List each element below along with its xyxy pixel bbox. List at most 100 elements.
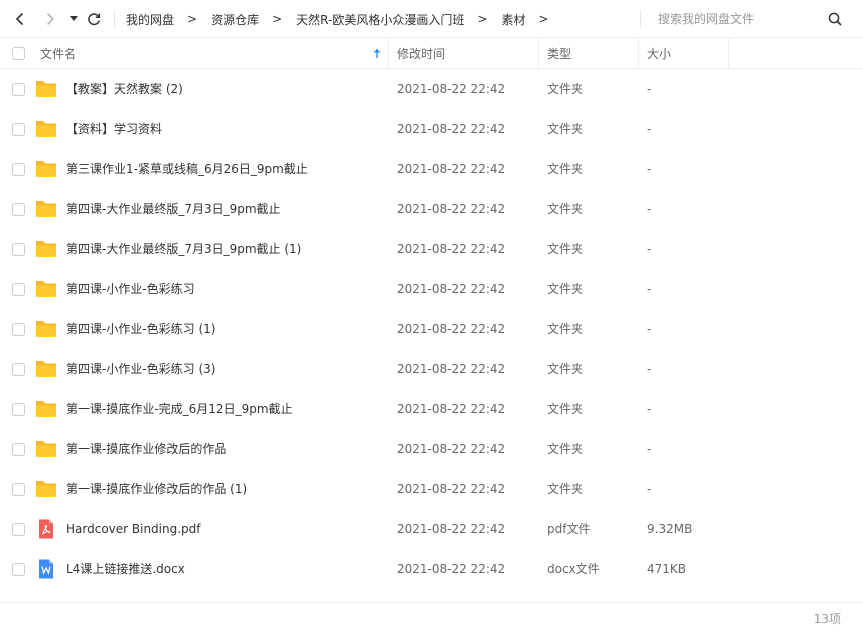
file-size: -: [647, 442, 652, 456]
file-modified-time: 2021-08-22 22:42: [397, 282, 506, 296]
folder-icon: [35, 399, 57, 419]
row-checkbox[interactable]: [12, 483, 25, 496]
chevron-left-icon: [15, 12, 24, 26]
file-row[interactable]: 第四课-小作业-色彩练习 2021-08-22 22:42 文件夹 -: [0, 269, 863, 309]
toolbar-divider: [114, 10, 115, 28]
file-size: 471KB: [647, 562, 687, 576]
row-checkbox[interactable]: [12, 523, 25, 536]
breadcrumb: 我的网盘 > 资源仓库 > 天然R-欧美风格小众漫画入门班 > 素材 >: [126, 0, 562, 38]
file-row[interactable]: L4课上链接推送.docx 2021-08-22 22:42 docx文件 471KB: [0, 549, 863, 589]
file-row[interactable]: 第四课-小作业-色彩练习 (1) 2021-08-22 22:42 文件夹 -: [0, 309, 863, 349]
column-header-modified[interactable]: 修改时间: [397, 38, 445, 68]
breadcrumb-item-resources[interactable]: 资源仓库: [211, 11, 259, 28]
file-modified-time: 2021-08-22 22:42: [397, 562, 506, 576]
column-divider[interactable]: [388, 38, 389, 68]
file-type: 文件夹: [547, 402, 584, 416]
file-name[interactable]: 第四课-小作业-色彩练习 (3): [66, 349, 215, 389]
file-name[interactable]: 第三课作业1-紧草或线稿_6月26日_9pm截止: [66, 149, 308, 189]
row-checkbox[interactable]: [12, 443, 25, 456]
file-name[interactable]: 第四课-大作业最终版_7月3日_9pm截止 (1): [66, 229, 301, 269]
file-row[interactable]: 第四课-大作业最终版_7月3日_9pm截止 2021-08-22 22:42 文件夹…: [0, 189, 863, 229]
row-checkbox[interactable]: [12, 563, 25, 576]
file-name[interactable]: Hardcover Binding.pdf: [66, 509, 201, 549]
search-icon: [828, 12, 842, 26]
file-type: 文件夹: [547, 202, 584, 216]
file-modified-time: 2021-08-22 22:42: [397, 522, 506, 536]
file-row[interactable]: 第四课-小作业-色彩练习 (3) 2021-08-22 22:42 文件夹 -: [0, 349, 863, 389]
file-row[interactable]: 第一课-摸底作业-完成_6月12日_9pm截止 2021-08-22 22:42 文…: [0, 389, 863, 429]
pdf-file-icon: [35, 519, 57, 539]
column-divider[interactable]: [638, 38, 639, 68]
file-modified-time: 2021-08-22 22:42: [397, 402, 506, 416]
file-size: -: [647, 202, 652, 216]
row-checkbox[interactable]: [12, 163, 25, 176]
forward-button[interactable]: [40, 9, 60, 29]
file-name[interactable]: 第四课-大作业最终版_7月3日_9pm截止: [66, 189, 281, 229]
folder-icon: [35, 159, 57, 179]
caret-down-icon: [70, 16, 78, 21]
file-type: 文件夹: [547, 282, 584, 296]
column-divider[interactable]: [538, 38, 539, 68]
file-type: 文件夹: [547, 162, 584, 176]
file-type: pdf文件: [547, 522, 591, 536]
file-row[interactable]: 第四课-大作业最终版_7月3日_9pm截止 (1) 2021-08-22 22:4…: [0, 229, 863, 269]
column-header-name[interactable]: 文件名: [40, 38, 76, 68]
refresh-button[interactable]: [84, 9, 104, 29]
breadcrumb-separator: >: [187, 12, 198, 26]
row-checkbox[interactable]: [12, 83, 25, 96]
chevron-right-icon: [46, 12, 55, 26]
sort-arrow-up-icon[interactable]: [371, 47, 383, 59]
file-row[interactable]: 第一课-摸底作业修改后的作品 (1) 2021-08-22 22:42 文件夹 -: [0, 469, 863, 509]
row-checkbox[interactable]: [12, 283, 25, 296]
file-modified-time: 2021-08-22 22:42: [397, 162, 506, 176]
file-name[interactable]: 第一课-摸底作业修改后的作品: [66, 429, 226, 469]
status-bar: 13项: [0, 602, 863, 634]
breadcrumb-separator: >: [477, 12, 488, 26]
file-type: 文件夹: [547, 82, 584, 96]
row-checkbox[interactable]: [12, 323, 25, 336]
row-checkbox[interactable]: [12, 363, 25, 376]
search-button[interactable]: [826, 10, 844, 28]
search-input[interactable]: [652, 9, 812, 29]
file-size: 9.32MB: [647, 522, 693, 536]
breadcrumb-item-root[interactable]: 我的网盘: [126, 11, 174, 28]
row-checkbox[interactable]: [12, 243, 25, 256]
file-row[interactable]: 第一课-摸底作业修改后的作品 2021-08-22 22:42 文件夹 -: [0, 429, 863, 469]
history-dropdown-button[interactable]: [64, 9, 84, 29]
file-name[interactable]: L4课上链接推送.docx: [66, 549, 185, 589]
select-all-checkbox[interactable]: [12, 47, 25, 60]
folder-icon: [35, 439, 57, 459]
file-name[interactable]: 第四课-小作业-色彩练习 (1): [66, 309, 215, 349]
column-divider[interactable]: [728, 38, 729, 68]
row-checkbox[interactable]: [12, 203, 25, 216]
file-row[interactable]: 第三课作业1-紧草或线稿_6月26日_9pm截止 2021-08-22 22:42…: [0, 149, 863, 189]
row-checkbox[interactable]: [12, 403, 25, 416]
file-type: 文件夹: [547, 442, 584, 456]
file-type: 文件夹: [547, 122, 584, 136]
breadcrumb-item-course[interactable]: 天然R-欧美风格小众漫画入门班: [296, 11, 464, 28]
breadcrumb-item-materials[interactable]: 素材: [501, 11, 525, 28]
file-size: -: [647, 282, 652, 296]
file-name[interactable]: 【资料】学习资料: [66, 109, 162, 149]
file-name[interactable]: 第四课-小作业-色彩练习: [66, 269, 195, 309]
folder-icon: [35, 119, 57, 139]
file-type: 文件夹: [547, 322, 584, 336]
file-size: -: [647, 82, 652, 96]
column-header-type[interactable]: 类型: [547, 38, 571, 68]
folder-icon: [35, 319, 57, 339]
file-row[interactable]: 【教案】天然教案 (2) 2021-08-22 22:42 文件夹 -: [0, 69, 863, 109]
back-button[interactable]: [10, 9, 30, 29]
column-header-size[interactable]: 大小: [647, 38, 671, 68]
file-type: docx文件: [547, 562, 600, 576]
file-name[interactable]: 第一课-摸底作业修改后的作品 (1): [66, 469, 247, 509]
file-row[interactable]: Hardcover Binding.pdf 2021-08-22 22:42 pdf…: [0, 509, 863, 549]
row-checkbox[interactable]: [12, 123, 25, 136]
folder-icon: [35, 279, 57, 299]
file-name[interactable]: 第一课-摸底作业-完成_6月12日_9pm截止: [66, 389, 293, 429]
file-size: -: [647, 482, 652, 496]
breadcrumb-separator: >: [538, 12, 549, 26]
file-name[interactable]: 【教案】天然教案 (2): [66, 69, 183, 109]
file-row[interactable]: 【资料】学习资料 2021-08-22 22:42 文件夹 -: [0, 109, 863, 149]
file-type: 文件夹: [547, 242, 584, 256]
item-count: 13项: [813, 612, 841, 626]
